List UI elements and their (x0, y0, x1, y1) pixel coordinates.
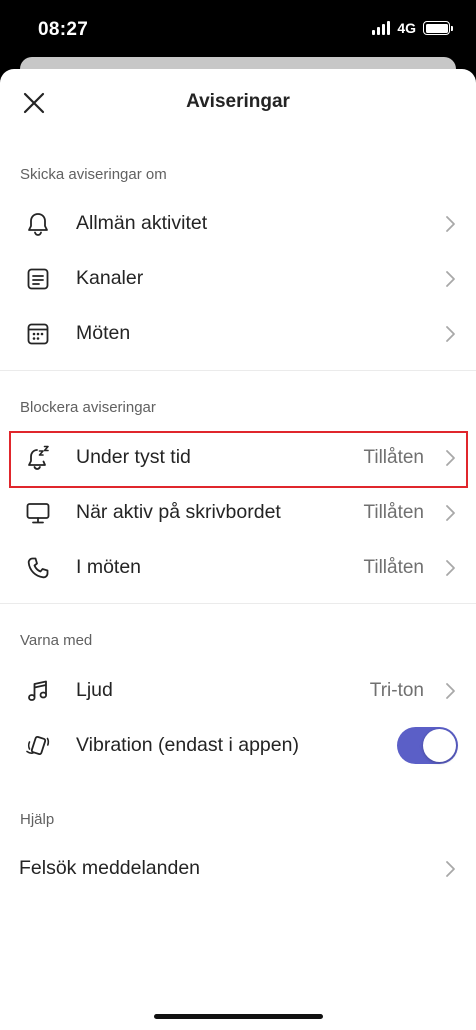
phone-icon (27, 557, 49, 579)
section-header-notify-about: Skicka aviseringar om (20, 166, 167, 183)
row-sound[interactable]: Ljud Tri-ton (0, 663, 476, 718)
page-title: Aviseringar (186, 91, 290, 112)
chevron-right-icon (446, 861, 455, 877)
toggle-knob (423, 729, 456, 762)
bell-icon (28, 213, 48, 236)
section-header-block: Blockera aviseringar (20, 399, 156, 416)
row-active-desktop[interactable]: När aktiv på skrivbordet Tillåten (0, 485, 476, 540)
section-header-alert-with: Varna med (20, 632, 93, 649)
section-divider (0, 603, 476, 604)
desktop-icon (26, 503, 50, 524)
channel-icon (27, 268, 49, 290)
row-label: När aktiv på skrivbordet (76, 501, 281, 523)
chevron-right-icon (446, 505, 455, 521)
status-indicators: 4G (372, 20, 453, 36)
row-label: I möten (76, 556, 142, 578)
vibration-toggle[interactable] (397, 727, 458, 764)
section-divider (0, 370, 476, 371)
row-label: Felsök meddelanden (19, 857, 201, 879)
row-vibration: Vibration (endast i appen) (0, 718, 476, 773)
status-time: 08:27 (38, 19, 89, 40)
nav-bar: Aviseringar (0, 69, 476, 139)
calendar-icon (27, 323, 49, 345)
row-label: Vibration (endast i appen) (76, 734, 299, 756)
home-indicator[interactable] (154, 1014, 323, 1019)
row-label: Allmän aktivitet (76, 212, 208, 234)
row-label: Möten (76, 322, 131, 344)
row-label: Ljud (76, 679, 113, 701)
chevron-right-icon (446, 560, 455, 576)
row-value: Tillåten (363, 502, 424, 523)
chevron-right-icon (446, 216, 455, 232)
status-bar: 08:27 4G (0, 0, 476, 60)
music-note-icon (28, 680, 47, 701)
row-value: Tri-ton (369, 680, 424, 701)
notifications-sheet: Aviseringar Skicka aviseringar om Allmän… (0, 69, 476, 1030)
network-label: 4G (397, 20, 416, 36)
row-in-meetings[interactable]: I möten Tillåten (0, 540, 476, 595)
row-troubleshoot[interactable]: Felsök meddelanden (0, 841, 476, 896)
section-header-help: Hjälp (20, 811, 55, 828)
row-general-activity[interactable]: Allmän aktivitet (0, 196, 476, 251)
chevron-right-icon (446, 271, 455, 287)
battery-icon (423, 21, 453, 35)
row-label: Kanaler (76, 267, 144, 289)
row-value: Tillåten (363, 557, 424, 578)
chevron-right-icon (446, 326, 455, 342)
signal-icon (372, 21, 391, 35)
highlight-box (9, 431, 468, 488)
row-meetings[interactable]: Möten (0, 306, 476, 361)
row-channels[interactable]: Kanaler (0, 251, 476, 306)
vibration-icon (26, 735, 50, 756)
chevron-right-icon (446, 683, 455, 699)
